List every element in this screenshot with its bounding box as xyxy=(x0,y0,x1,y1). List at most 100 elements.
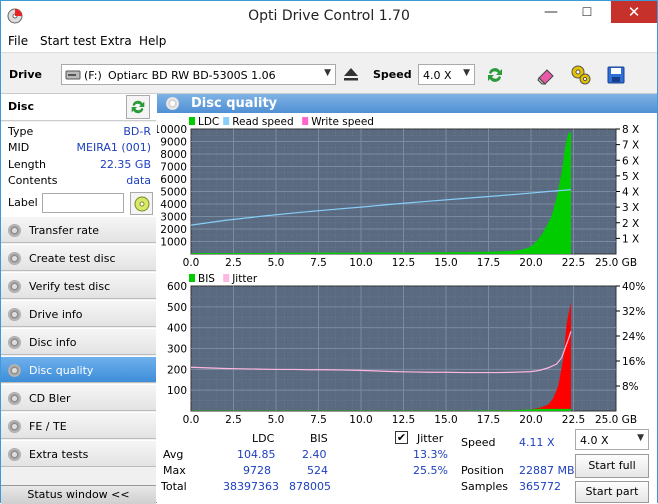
close-button[interactable]: ✕ xyxy=(611,1,657,23)
speed-stat-value: 4.11 X xyxy=(519,436,555,449)
y2-tick-label: 2 X xyxy=(622,218,639,230)
eject-icon xyxy=(344,68,358,81)
nav-verify-test-disc[interactable]: Verify test disc xyxy=(1,272,156,299)
y2-tick-label: 24% xyxy=(622,331,645,343)
disc-mid-value: MEIRA1 (001) xyxy=(76,141,151,154)
y2-tick-label: 6 X xyxy=(622,155,639,167)
save-button[interactable] xyxy=(602,61,628,87)
nav-label: Extra tests xyxy=(29,448,89,461)
y2-tick-label: 8% xyxy=(622,381,639,393)
disc-header-title: Disc xyxy=(8,100,34,113)
x-tick-label: 15.0 xyxy=(434,414,457,426)
nav-create-test-disc[interactable]: Create test disc xyxy=(1,244,156,271)
nav-transfer-rate[interactable]: Transfer rate xyxy=(1,216,156,243)
speed-select[interactable]: 4.0 X ▼ xyxy=(418,64,475,85)
x-tick-label: 7.5 xyxy=(310,414,327,426)
eject-button[interactable] xyxy=(338,61,364,87)
chevron-down-icon: ▼ xyxy=(324,68,331,78)
nav-fe-te[interactable]: FE / TE xyxy=(1,412,156,439)
y2-tick-label: 16% xyxy=(622,356,645,368)
nav-label: FE / TE xyxy=(29,420,67,433)
x-tick-label: 15.0 xyxy=(434,257,457,269)
x-tick-label: 0.0 xyxy=(183,414,200,426)
x-tick-label: 7.5 xyxy=(310,257,327,269)
nav-extra-tests[interactable]: Extra tests xyxy=(1,440,156,467)
nav-label: Drive info xyxy=(29,308,83,321)
y-tick-label: 10000 xyxy=(157,124,187,136)
disc-length-label: Length xyxy=(8,158,46,171)
test-speed-select[interactable]: 4.0 X ▼ xyxy=(575,429,649,450)
x-tick-label: 5.0 xyxy=(268,257,285,269)
nav-disc-quality[interactable]: Disc quality xyxy=(1,356,156,383)
stats-total-ldc: 38397363 xyxy=(223,480,279,493)
menu-help[interactable]: Help xyxy=(139,34,166,48)
gears-icon xyxy=(571,65,591,85)
disc-contents-label: Contents xyxy=(8,174,58,187)
menu-file[interactable]: File xyxy=(8,34,28,48)
menu-extra[interactable]: Extra xyxy=(100,34,132,48)
y-tick-label: 1000 xyxy=(160,237,187,249)
test-speed-value: 4.0 X xyxy=(580,434,609,447)
minimize-button[interactable]: — xyxy=(537,1,565,23)
menu-start-test[interactable]: Start test xyxy=(40,34,96,48)
erase-button[interactable] xyxy=(532,61,558,87)
jitter-checkbox[interactable]: ✔ xyxy=(395,431,408,444)
x-tick-label: 22.5 xyxy=(562,414,585,426)
disc-header: Disc xyxy=(1,94,156,121)
settings-button[interactable] xyxy=(567,61,593,87)
stats-avg-bis: 2.40 xyxy=(302,448,327,461)
x-tick-label: 25.0 GB xyxy=(595,414,637,426)
nav-drive-info[interactable]: Drive info xyxy=(1,300,156,327)
position-value: 22887 MB xyxy=(519,464,575,477)
drive-icon xyxy=(65,70,81,80)
y-tick-label: 2000 xyxy=(160,224,187,236)
maximize-button[interactable]: ☐ xyxy=(573,1,601,23)
samples-label: Samples xyxy=(461,480,508,493)
y2-tick-label: 7 X xyxy=(622,140,639,152)
nav-disc-info[interactable]: Disc info xyxy=(1,328,156,355)
disc-icon xyxy=(8,420,21,433)
status-window-toggle[interactable]: Status window << xyxy=(1,485,156,504)
start-part-button[interactable]: Start part xyxy=(575,481,649,503)
disc-icon xyxy=(8,364,21,377)
speed-value: 4.0 X xyxy=(423,69,452,82)
nav-label: Transfer rate xyxy=(29,224,100,237)
drive-select[interactable]: (F:) Optiarc BD RW BD-5300S 1.06 ▼ xyxy=(61,64,336,85)
save-icon xyxy=(607,66,625,84)
stats-col-ldc: LDC xyxy=(252,432,275,445)
samples-value: 365772 xyxy=(519,480,561,493)
refresh-arrows-icon xyxy=(131,100,145,114)
bis-jitter-chart: BIS Jitter 0.0 2.5 5.0 7.5 10.0 12.5 15.0 17.5 20.… xyxy=(167,273,645,426)
chevron-down-icon: ▼ xyxy=(463,68,470,78)
nav-cd-bler[interactable]: CD Bler xyxy=(1,384,156,411)
disc-icon xyxy=(8,392,21,405)
y-tick-label: 7000 xyxy=(160,162,187,174)
refresh-arrows-icon xyxy=(488,68,502,82)
disc-icon xyxy=(8,224,21,237)
main-panel: Disc quality LDC Read speed Write speed 0.0… xyxy=(154,94,657,504)
nav-label: Verify test disc xyxy=(29,280,111,293)
legend-label-read-speed: Read speed xyxy=(232,116,293,128)
y-tick-label: 3000 xyxy=(160,212,187,224)
y-tick-label: 400 xyxy=(167,323,187,335)
ldc-chart-box: LDC Read speed Write speed 0.0 2.5 5.0 7.5 10.0… xyxy=(154,113,657,270)
legend-swatch-ldc xyxy=(189,117,195,125)
y-tick-label: 500 xyxy=(167,302,187,314)
start-full-button[interactable]: Start full xyxy=(575,454,649,478)
disc-length-value: 22.35 GB xyxy=(99,158,151,171)
app-window: Opti Drive Control 1.70 — ☐ ✕ File Start… xyxy=(0,0,658,504)
refresh-speed-button[interactable] xyxy=(481,61,507,87)
y-tick-label: 600 xyxy=(167,281,187,293)
y2-tick-label: 5 X xyxy=(622,171,639,183)
disc-refresh-button[interactable] xyxy=(126,95,150,119)
stats-col-bis: BIS xyxy=(310,432,328,445)
disc-label-input[interactable] xyxy=(42,193,124,213)
y-tick-label: 200 xyxy=(167,364,187,376)
legend-label-jitter: Jitter xyxy=(231,273,258,285)
stats-avg-label: Avg xyxy=(163,448,184,461)
x-tick-label: 22.5 xyxy=(562,257,585,269)
disc-quality-header: Disc quality xyxy=(157,94,657,113)
disc-label-apply-button[interactable] xyxy=(130,192,153,215)
y-tick-label: 5000 xyxy=(160,187,187,199)
x-tick-label: 12.5 xyxy=(392,257,415,269)
